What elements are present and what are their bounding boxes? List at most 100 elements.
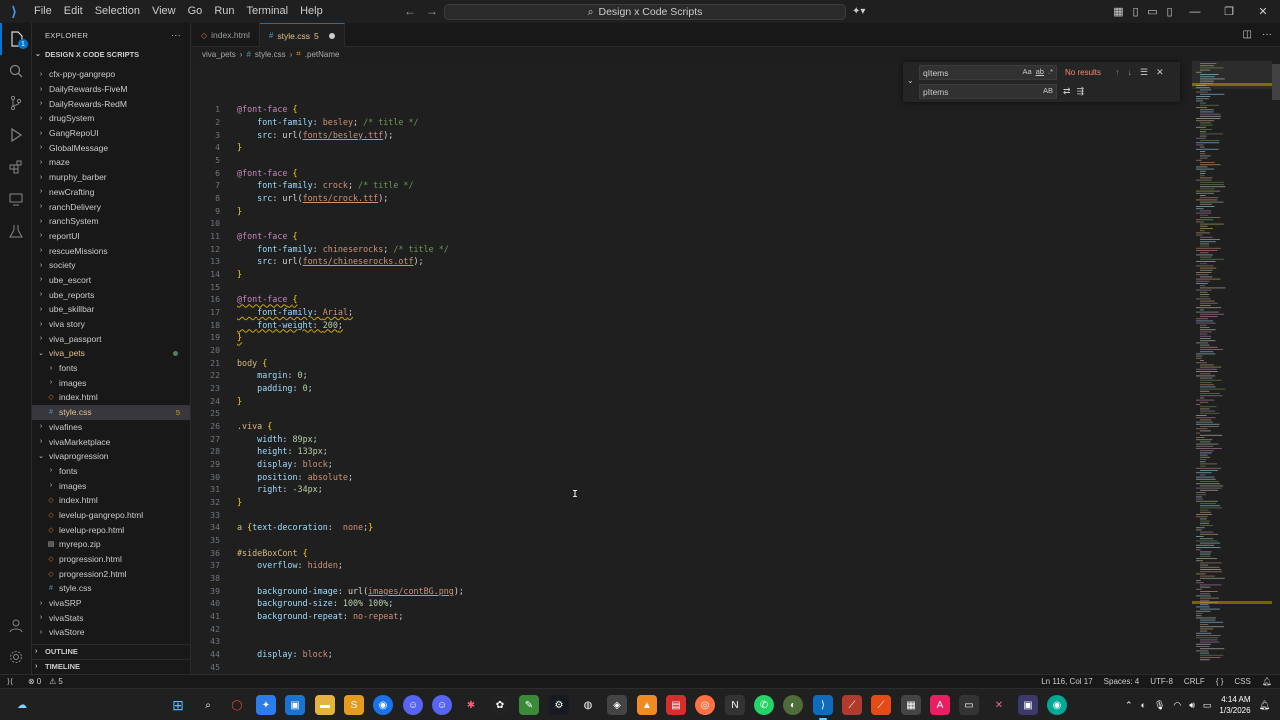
tree-folder[interactable]: › ranchDelivery [32, 199, 190, 214]
encoding[interactable]: UTF-8 [1150, 677, 1173, 686]
tree-file[interactable]: ◇ progression.html [32, 552, 190, 567]
minimap[interactable] [1192, 61, 1272, 674]
bell-icon[interactable]: 🔔︎ [1262, 677, 1272, 686]
match-case-toggle[interactable]: Aa [1022, 67, 1031, 76]
end-of-line[interactable]: CRLF [1184, 677, 1205, 686]
close-window-button[interactable]: ✕ [1246, 0, 1280, 23]
steam-icon[interactable]: ⚙ [549, 695, 569, 715]
previous-match-icon[interactable]: ↑ [1115, 67, 1120, 78]
blender-icon[interactable]: ▲ [637, 695, 657, 715]
tree-folder[interactable]: › vivaSRP [32, 596, 190, 611]
source-control-icon[interactable] [0, 87, 32, 119]
calculator-icon[interactable]: ▦ [901, 695, 921, 715]
vscode-icon[interactable]: ⟩ [813, 695, 833, 720]
app-icon[interactable]: ◐ [783, 695, 803, 715]
search-icon[interactable] [0, 55, 32, 87]
github-icon[interactable]: ◍ [578, 695, 598, 715]
tree-folder[interactable]: › images [32, 478, 190, 493]
tree-folder[interactable]: › vivaStore [32, 625, 190, 640]
search-icon[interactable]: ⌕ [198, 695, 218, 715]
tree-folder[interactable]: › ube_reports [32, 287, 190, 302]
tree-folder[interactable]: › rescueMissions [32, 243, 190, 258]
maximize-button[interactable]: ❐ [1212, 0, 1246, 23]
settings-gear-icon[interactable] [0, 641, 32, 673]
tree-folder[interactable]: › images [32, 375, 190, 390]
clock[interactable]: 4:14 AM 1/3/2026 [1219, 694, 1250, 716]
tab-style-css[interactable]: # style.css 5 [259, 23, 345, 47]
tree-folder[interactable]: ⌄ viva_pets [32, 346, 190, 361]
menu-item-help[interactable]: Help [294, 0, 329, 23]
minimize-button[interactable]: — [1178, 0, 1212, 23]
tree-file[interactable]: # style.css 5 [32, 404, 190, 420]
pdf-icon[interactable]: ▤ [666, 695, 686, 715]
app-icon[interactable]: ◈ [607, 695, 627, 715]
tree-folder[interactable]: › reportUI [32, 229, 190, 244]
preserve-case-toggle[interactable]: AB [1043, 86, 1053, 95]
windows-start-icon[interactable]: ⊞ [168, 695, 188, 715]
tree-file[interactable]: ◇ levelup-gangrepo.html [32, 508, 190, 523]
chevron-up-icon[interactable]: ⌃ [1125, 700, 1133, 711]
discord-icon[interactable]: ☺ [432, 695, 452, 715]
store-icon[interactable]: ▣ [285, 695, 305, 715]
tree-folder[interactable]: › newCrafting [32, 185, 190, 200]
wifi-icon[interactable]: ◠ [1173, 700, 1181, 711]
tree-folder[interactable]: › vivafines [32, 420, 190, 435]
tree-folder[interactable]: › ranchSystem [32, 214, 190, 229]
more-actions-icon[interactable]: ··· [1262, 29, 1272, 40]
menu-item-edit[interactable]: Edit [58, 0, 89, 23]
weather-icon[interactable]: ☁ [12, 695, 32, 715]
tree-folder[interactable]: › vivaStats [32, 610, 190, 625]
slack-icon[interactable]: ✱ [461, 695, 481, 715]
battery-icon[interactable]: ▭ [1203, 700, 1212, 711]
discord-ptb-icon[interactable]: ☺ [403, 695, 423, 715]
app-icon[interactable]: ◉ [1047, 695, 1067, 715]
app-icon[interactable]: S [344, 695, 364, 715]
tree-folder[interactable]: › DailyRewards-FiveM [32, 82, 190, 97]
tree-folder[interactable]: › murphy_barber [32, 170, 190, 185]
replace-icon[interactable]: ⇄ [1063, 86, 1071, 97]
tree-file[interactable]: # style.css [32, 581, 190, 596]
extensions-icon[interactable] [0, 151, 32, 183]
tree-folder[interactable]: › society [32, 258, 190, 273]
scrollbar-track[interactable] [1272, 61, 1280, 674]
tree-folder[interactable]: › fonts [32, 361, 190, 376]
split-editor-icon[interactable]: ◫ [1243, 29, 1252, 40]
close-icon[interactable]: ✕ [1156, 67, 1164, 78]
toggle-panel-icon[interactable]: ▭ [1144, 0, 1161, 23]
replace-all-icon[interactable]: ⇶ [1077, 86, 1085, 97]
tree-folder[interactable]: › GangRepoUI [32, 126, 190, 141]
menu-item-view[interactable]: View [146, 0, 182, 23]
toggle-secondary-sidebar-icon[interactable]: ▯ [1161, 0, 1178, 23]
scrollbar-thumb[interactable] [1272, 64, 1280, 100]
tree-folder[interactable]: › maze [32, 155, 190, 170]
volume-icon[interactable]: 🔊︎ [1189, 700, 1195, 711]
tree-file[interactable]: ◇ progression2.html [32, 566, 190, 581]
toggle-sidebar-icon[interactable]: ▯ [1127, 0, 1144, 23]
find-in-selection-icon[interactable]: ☰ [1140, 67, 1148, 78]
replace-input[interactable]: pItems AB [919, 84, 1057, 99]
app-icon[interactable]: ⟋ [842, 695, 862, 715]
language-mode[interactable]: CSS [1234, 677, 1250, 686]
tree-folder[interactable]: › vivaMarketplace [32, 434, 190, 449]
tree-folder[interactable]: › DailyRewards-RedM [32, 96, 190, 111]
app-icon[interactable]: ⟋ [871, 695, 891, 715]
menu-item-file[interactable]: File [28, 0, 58, 23]
tree-folder[interactable]: › ube_escort [32, 273, 190, 288]
tree-folder[interactable]: › GlobalMessage [32, 140, 190, 155]
cursor-position[interactable]: Ln 116, Col 17 [1041, 677, 1092, 686]
tree-folder[interactable]: › ube_skillbar [32, 302, 190, 317]
tree-file[interactable]: ◇ index.html [32, 390, 190, 405]
problems-indicator[interactable]: ⊗ 0 ⚠ 5 [28, 677, 63, 686]
terminal-icon[interactable]: ▭ [959, 695, 979, 715]
notifications-icon[interactable]: 🔔︎ [1259, 700, 1270, 711]
file-explorer-icon[interactable]: ▬ [315, 695, 335, 715]
app-tray-icon[interactable]: ◐ [1141, 700, 1146, 710]
app-icon[interactable]: ◎ [695, 695, 715, 715]
menu-item-terminal[interactable]: Terminal [241, 0, 295, 23]
microphone-icon[interactable]: 🎙︎ [1154, 700, 1165, 711]
app-icon[interactable]: ✕ [989, 695, 1009, 715]
opera-icon[interactable]: ◯ [227, 695, 247, 715]
remote-explorer-icon[interactable] [0, 183, 32, 215]
tree-file[interactable]: ▤ myrepo.zip [32, 537, 190, 552]
find-input[interactable]: qItems Aa ab .* [919, 65, 1057, 80]
